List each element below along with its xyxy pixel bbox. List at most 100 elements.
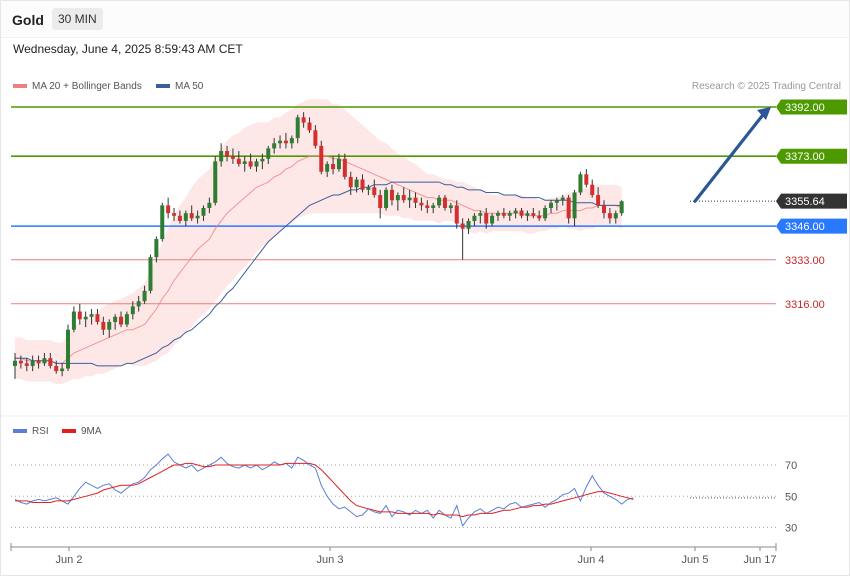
candle-body <box>442 197 447 208</box>
candle-body <box>71 311 76 330</box>
candle-body <box>307 122 312 131</box>
candle-body <box>283 140 288 144</box>
x-tick-label-1: Jun 3 <box>317 554 344 566</box>
candle-body <box>525 213 530 216</box>
candle-body <box>154 239 159 258</box>
candle-body <box>478 213 483 216</box>
candle-body <box>130 306 135 315</box>
candle-body <box>360 179 365 190</box>
candle <box>166 197 171 219</box>
candle-body <box>378 195 383 208</box>
candle-body <box>395 195 400 201</box>
candle-body <box>566 197 571 219</box>
candle-body <box>172 213 177 216</box>
candle-body <box>537 215 542 219</box>
candle-body <box>254 161 259 167</box>
x-tick-label-0: Jun 2 <box>56 554 83 566</box>
candle-body <box>495 213 500 216</box>
candle-body <box>513 210 518 214</box>
candle-body <box>60 368 65 372</box>
candle-body <box>183 213 188 221</box>
candle-body <box>419 202 424 206</box>
candle-body <box>225 151 230 157</box>
candle-body <box>531 213 536 216</box>
candle-body <box>389 189 394 201</box>
candle-body <box>54 365 59 372</box>
candle-body <box>560 197 565 201</box>
candle-body <box>77 311 82 320</box>
candle-body <box>301 117 306 123</box>
candle-body <box>590 184 595 196</box>
chart-canvas[interactable]: 3392.00 3373.00 3355.64 3346.00 3333.00 3316.… <box>0 0 850 576</box>
candle-body <box>602 205 606 214</box>
candle-body <box>89 314 94 317</box>
candle-body <box>107 321 112 330</box>
candle <box>384 187 389 211</box>
candle-body <box>342 158 347 177</box>
candle <box>213 156 218 206</box>
candle-body <box>519 210 524 216</box>
candle-body <box>548 202 553 208</box>
level-label-4: 3333.00 <box>785 255 825 267</box>
candle-body <box>95 314 100 322</box>
candle-body <box>336 158 341 170</box>
candle <box>578 171 583 196</box>
candle-body <box>490 215 495 224</box>
candle-body <box>619 201 624 214</box>
candle-body <box>36 360 41 364</box>
candle-body <box>166 205 171 214</box>
candle-body <box>413 197 418 203</box>
candle-body <box>24 363 29 366</box>
candle-body <box>101 321 106 330</box>
rsi-tick-label-2: 30 <box>785 523 797 535</box>
candle-body <box>554 200 559 203</box>
candle-body <box>501 213 506 216</box>
candle-body <box>18 360 23 364</box>
candle-body <box>437 197 442 206</box>
candle-body <box>448 205 453 208</box>
candle-body <box>83 316 88 320</box>
candle-body <box>236 158 241 164</box>
candle <box>148 254 153 294</box>
level-label-5: 3316.00 <box>785 299 825 311</box>
x-tick-label-3: Jun 5 <box>682 554 709 566</box>
level-label-3: 3346.00 <box>785 221 825 233</box>
candle <box>71 306 76 333</box>
candle-body <box>160 205 165 240</box>
candle-body <box>431 205 436 208</box>
candle-body <box>354 179 359 188</box>
candle-body <box>30 360 35 366</box>
candle <box>584 169 589 188</box>
candle-body <box>278 140 283 144</box>
candle-body <box>572 192 577 219</box>
candle-body <box>177 215 182 221</box>
candle-body <box>195 215 200 219</box>
bollinger-band-fill <box>15 99 622 385</box>
forecast-arrow-shaft <box>693 111 766 203</box>
candle-body <box>407 197 412 201</box>
candle-body <box>248 161 253 167</box>
candle-body <box>189 213 194 219</box>
candle-body <box>201 207 206 216</box>
candle-body <box>578 174 583 193</box>
rsi-tick-label-1: 50 <box>785 491 797 503</box>
x-tick-label-4: Jun 17 <box>743 554 776 566</box>
candle-body <box>596 195 601 206</box>
candle-body <box>295 117 300 139</box>
candle-body <box>584 174 589 185</box>
candle-body <box>348 176 353 188</box>
candle-body <box>207 202 212 208</box>
candle-body <box>42 358 47 364</box>
candle-body <box>366 187 371 190</box>
candle <box>460 218 465 260</box>
candle-body <box>66 329 71 369</box>
candle-body <box>272 143 277 149</box>
x-tick-label-2: Jun 4 <box>578 554 605 566</box>
candle-body <box>230 156 235 159</box>
candle-body <box>507 213 512 216</box>
rsi-tick-label-0: 70 <box>785 460 797 472</box>
candle-body <box>213 161 218 203</box>
candle-body <box>313 130 318 146</box>
candle-body <box>142 290 147 302</box>
level-label-1: 3373.00 <box>785 151 825 163</box>
